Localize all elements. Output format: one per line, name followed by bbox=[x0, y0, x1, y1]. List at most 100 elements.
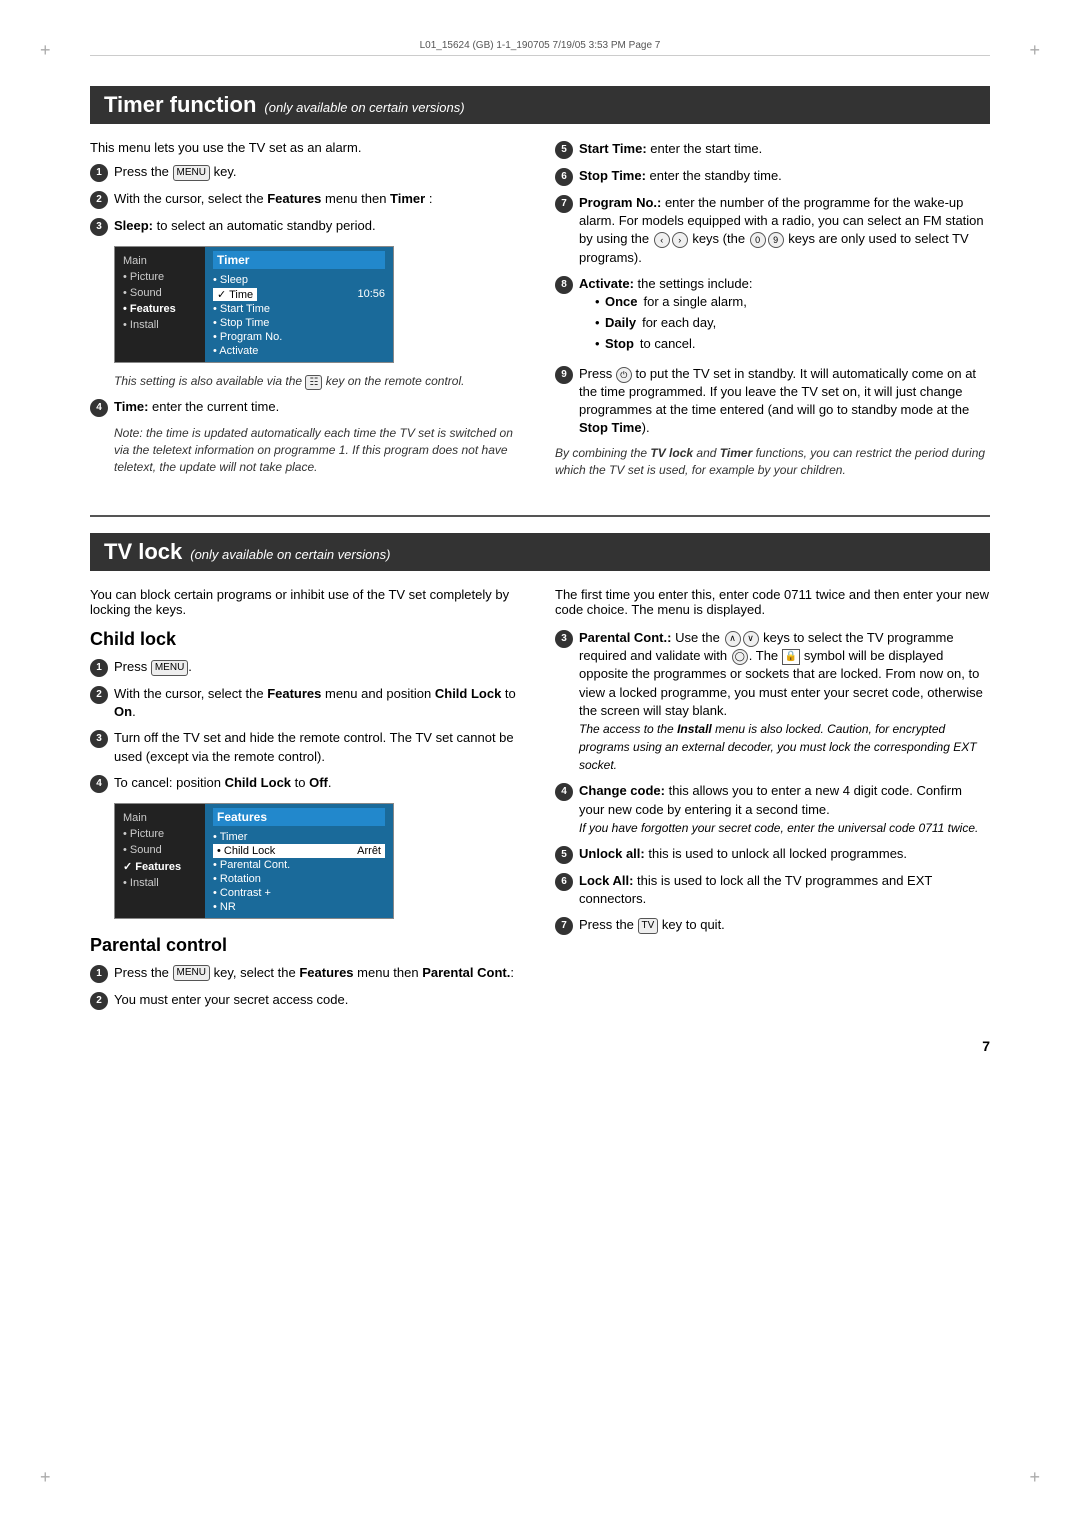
tvlock-steps-right: 3 Parental Cont.: Use the ∧∨ keys to sel… bbox=[555, 629, 990, 935]
feat-menu-timer: • Timer bbox=[213, 830, 385, 844]
features-menu-title: Features bbox=[213, 808, 385, 826]
menu-left-picture: • Picture bbox=[123, 269, 197, 285]
cl-step-num-4: 4 bbox=[90, 775, 108, 793]
timer-step-1: 1 Press the MENU key. bbox=[90, 163, 525, 182]
timer-menu-screenshot: Main • Picture • Sound • Features • Inst… bbox=[114, 246, 394, 363]
feat-menu-nr: • NR bbox=[213, 900, 385, 914]
activate-stop: Stop to cancel. bbox=[595, 335, 990, 353]
cl-step-1-content: Press MENU. bbox=[114, 658, 525, 676]
menu-left-main: Main bbox=[123, 253, 197, 269]
child-lock-step-3: 3 Turn off the TV set and hide the remot… bbox=[90, 729, 525, 765]
timer-menu-activate: • Activate bbox=[213, 344, 385, 358]
timer-section-title-bar: Timer function (only available on certai… bbox=[90, 86, 990, 124]
cross-mark-tl: + bbox=[40, 40, 51, 61]
cross-mark-bl: + bbox=[40, 1467, 51, 1488]
power-key-icon: ⏻ bbox=[616, 367, 632, 383]
timer-intro: This menu lets you use the TV set as an … bbox=[90, 140, 525, 155]
timer-two-col: This menu lets you use the TV set as an … bbox=[90, 140, 990, 485]
tvlock-step-num-7: 7 bbox=[555, 917, 573, 935]
tvlock-two-col: You can block certain programs or inhibi… bbox=[90, 587, 990, 1018]
step-num-2: 2 bbox=[90, 191, 108, 209]
tvlock-step-num-6: 6 bbox=[555, 873, 573, 891]
step-num-9: 9 bbox=[555, 366, 573, 384]
tvlock-title: TV lock bbox=[104, 539, 182, 565]
cl-step-4-content: To cancel: position Child Lock to Off. bbox=[114, 774, 525, 792]
pc-menu-key: MENU bbox=[173, 965, 210, 981]
step-num-7: 7 bbox=[555, 195, 573, 213]
feat-menu-childlock: • Child Lock Arrêt bbox=[213, 844, 385, 858]
timer-time-value: 10:56 bbox=[357, 288, 385, 301]
step-3-content: Sleep: to select an automatic standby pe… bbox=[114, 217, 525, 235]
tvlock-step-7-content: Press the TV key to quit. bbox=[579, 916, 990, 934]
timer-step-5: 5 Start Time: enter the start time. bbox=[555, 140, 990, 159]
step-num-6: 6 bbox=[555, 168, 573, 186]
cl-step-num-1: 1 bbox=[90, 659, 108, 677]
step-7-content: Program No.: enter the number of the pro… bbox=[579, 194, 990, 267]
activate-bullets: Once for a single alarm, Daily for each … bbox=[595, 293, 990, 354]
child-lock-step-1: 1 Press MENU. bbox=[90, 658, 525, 677]
tvlock-section-title-bar: TV lock (only available on certain versi… bbox=[90, 533, 990, 571]
tvlock-step-4: 4 Change code: this allows you to enter … bbox=[555, 782, 990, 837]
cl-step-2-content: With the cursor, select the Features men… bbox=[114, 685, 525, 721]
step-8-content: Activate: the settings include: Once for… bbox=[579, 275, 990, 357]
timer-menu-programno: • Program No. bbox=[213, 330, 385, 344]
step-5-content: Start Time: enter the start time. bbox=[579, 140, 990, 158]
activate-daily: Daily for each day, bbox=[595, 314, 990, 332]
step-num-3: 3 bbox=[90, 218, 108, 236]
tvlock-intro: You can block certain programs or inhibi… bbox=[90, 587, 525, 617]
time-note: Note: the time is updated automatically … bbox=[114, 425, 525, 475]
menu-left-features-active: • Features bbox=[123, 301, 197, 317]
cl-step-num-2: 2 bbox=[90, 686, 108, 704]
timer-step-7: 7 Program No.: enter the number of the p… bbox=[555, 194, 990, 267]
pc-step-2-content: You must enter your secret access code. bbox=[114, 991, 525, 1009]
ok-key: ◯ bbox=[732, 649, 748, 665]
section-divider bbox=[90, 515, 990, 517]
step-1-content: Press the MENU key. bbox=[114, 163, 525, 181]
timer-step-8: 8 Activate: the settings include: Once f… bbox=[555, 275, 990, 357]
pc-step-2: 2 You must enter your secret access code… bbox=[90, 991, 525, 1010]
pc-step-1-content: Press the MENU key, select the Features … bbox=[114, 964, 525, 982]
tvlock-step-num-4: 4 bbox=[555, 783, 573, 801]
feat-menu-install: • Install bbox=[123, 875, 197, 891]
features-menu-screenshot: Main • Picture • Sound ✓ Features • Inst… bbox=[114, 803, 394, 919]
tvlock-step-3: 3 Parental Cont.: Use the ∧∨ keys to sel… bbox=[555, 629, 990, 775]
nine-key: 9 bbox=[768, 232, 784, 248]
feat-menu-features-active: ✓ Features bbox=[123, 858, 197, 875]
child-lock-title: Child lock bbox=[90, 629, 525, 650]
timer-col-left: This menu lets you use the TV set as an … bbox=[90, 140, 525, 485]
child-lock-step-2: 2 With the cursor, select the Features m… bbox=[90, 685, 525, 721]
activate-once: Once for a single alarm, bbox=[595, 293, 990, 311]
pc-step-1: 1 Press the MENU key, select the Feature… bbox=[90, 964, 525, 983]
left-arrow-key: ‹ bbox=[654, 232, 670, 248]
lock-icon: 🔒 bbox=[782, 649, 800, 665]
pc-step-num-2: 2 bbox=[90, 992, 108, 1010]
child-lock-step-4: 4 To cancel: position Child Lock to Off. bbox=[90, 774, 525, 793]
step-num-5: 5 bbox=[555, 141, 573, 159]
step-9-content: Press ⏻ to put the TV set in standby. It… bbox=[579, 365, 990, 438]
step-2-content: With the cursor, select the Features men… bbox=[114, 190, 525, 208]
parental-control-steps: 1 Press the MENU key, select the Feature… bbox=[90, 964, 525, 1010]
step-num-4: 4 bbox=[90, 399, 108, 417]
timer-step-4: 4 Time: enter the current time. bbox=[90, 398, 525, 417]
down-arrow-key: ∨ bbox=[743, 631, 759, 647]
step-num-1: 1 bbox=[90, 164, 108, 182]
tvlock-step-6-content: Lock All: this is used to lock all the T… bbox=[579, 872, 990, 908]
timer-step-6: 6 Stop Time: enter the standby time. bbox=[555, 167, 990, 186]
timer-step-3: 3 Sleep: to select an automatic standby … bbox=[90, 217, 525, 236]
menu-key-1: MENU bbox=[173, 165, 210, 181]
timer-menu-sleep: • Sleep bbox=[213, 273, 385, 287]
tv-key-icon: TV bbox=[638, 918, 659, 934]
timer-steps-left-2: 4 Time: enter the current time. bbox=[90, 398, 525, 417]
tvlock-step-num-5: 5 bbox=[555, 846, 573, 864]
timer-step-9: 9 Press ⏻ to put the TV set in standby. … bbox=[555, 365, 990, 438]
menu-left-install: • Install bbox=[123, 317, 197, 333]
tvlock-step-num-3: 3 bbox=[555, 630, 573, 648]
up-arrow-key: ∧ bbox=[725, 631, 741, 647]
tvlock-step-6: 6 Lock All: this is used to lock all the… bbox=[555, 872, 990, 908]
timer-title: Timer function bbox=[104, 92, 256, 118]
feat-menu-parentalcont: • Parental Cont. bbox=[213, 858, 385, 872]
cl-step-3-content: Turn off the TV set and hide the remote … bbox=[114, 729, 525, 765]
step-num-8: 8 bbox=[555, 276, 573, 294]
setting-note: This setting is also available via the ☷… bbox=[114, 373, 525, 390]
tvlock-step-3-content: Parental Cont.: Use the ∧∨ keys to selec… bbox=[579, 629, 990, 775]
